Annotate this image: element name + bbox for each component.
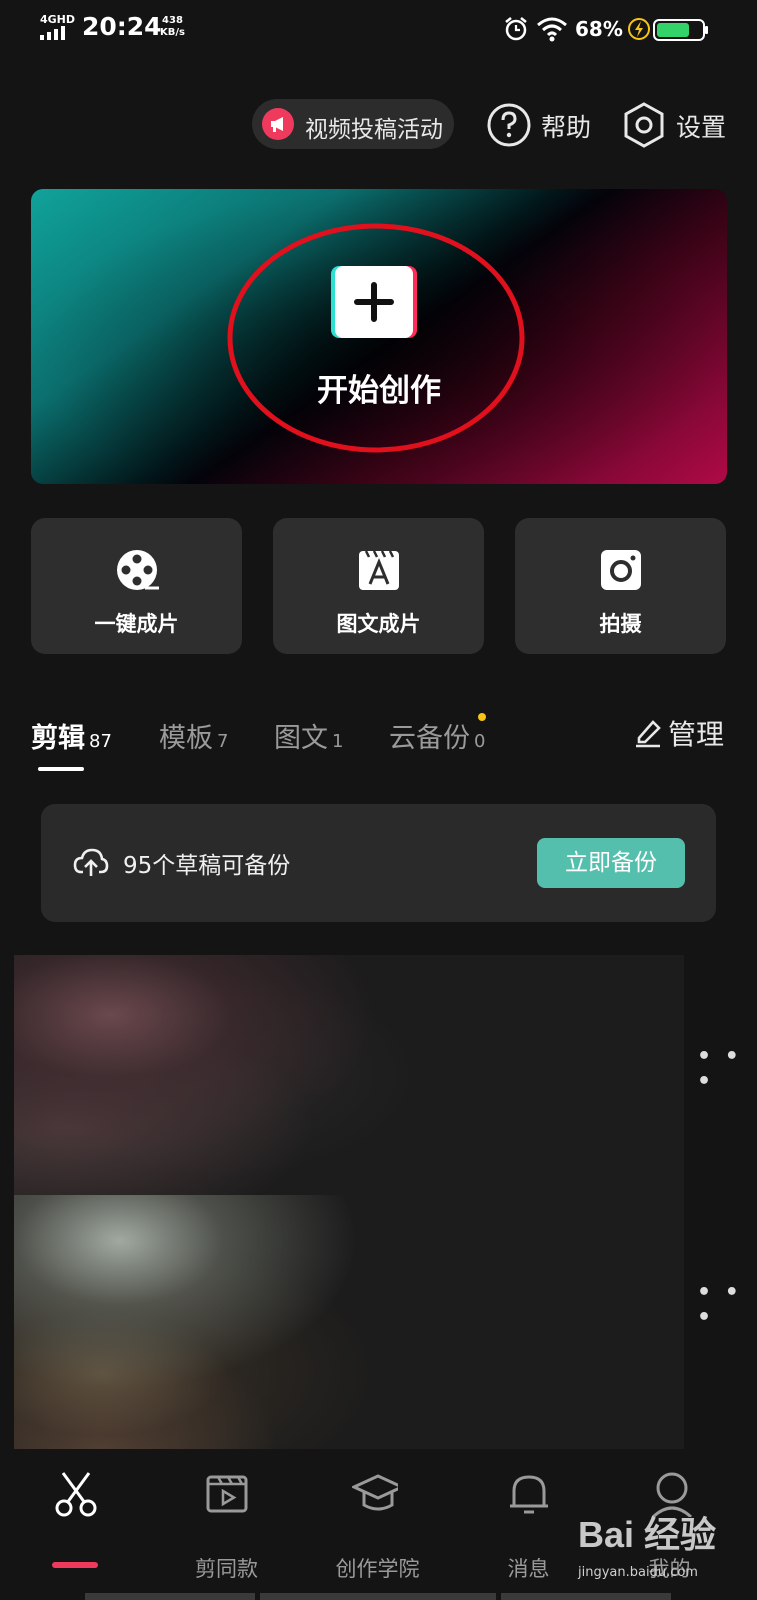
watermark-url: jingyan.baidu.com [578,1565,698,1580]
tab-templates[interactable]: 模板 7 [159,716,228,755]
signal-icon [40,26,65,40]
battery-percent: 68% [575,17,623,41]
tab-image-text[interactable]: 图文 1 [274,716,343,755]
notification-dot [478,713,486,721]
campaign-label: 视频投稿活动 [305,117,443,143]
battery-icon [628,18,708,41]
status-bar: 4GHD 20:24 438 KB/s 68% [0,0,757,58]
megaphone-icon [262,108,294,140]
more-options-icon[interactable]: • • • [697,1280,757,1330]
draft-item[interactable] [14,955,684,1195]
bell-icon [510,1475,548,1514]
nav-edit[interactable] [0,1449,151,1600]
camera-icon [601,550,641,590]
help-icon[interactable] [486,102,532,148]
tab-edit[interactable]: 剪辑 87 [31,716,112,755]
start-creation-banner[interactable]: 开始创作 [31,189,727,484]
more-options-icon[interactable]: • • • [697,1044,757,1094]
active-nav-indicator [52,1562,98,1568]
backup-banner: 95个草稿可备份 立即备份 [41,804,716,922]
text-to-video-tile[interactable]: 图文成片 [273,518,484,654]
home-indicator [85,1593,255,1600]
active-tab-indicator [38,767,84,771]
manage-button[interactable]: 管理 [668,713,724,753]
one-click-video-tile[interactable]: 一键成片 [31,518,242,654]
pencil-icon[interactable] [633,716,663,748]
wifi-icon [537,17,567,42]
backup-now-button[interactable]: 立即备份 [537,838,685,888]
backup-message: 95个草稿可备份 [123,853,291,879]
shoot-tile[interactable]: 拍摄 [515,518,726,654]
nav-academy[interactable]: 创作学院 [302,1449,453,1600]
tab-cloud-backup[interactable]: 云备份 0 [389,716,485,755]
alarm-icon [505,17,527,41]
text-card-icon [359,550,399,590]
network-speed: 438 KB/s [160,15,185,38]
svg-text:Bai 经验: Bai 经验 [578,1514,716,1555]
nav-same-style[interactable]: 剪同款 [151,1449,302,1600]
settings-button[interactable]: 设置 [676,108,726,144]
graduation-cap-icon [352,1474,398,1511]
cloud-upload-icon [73,848,109,876]
gear-icon[interactable] [622,101,666,149]
network-type: 4GHD [40,13,76,26]
clock: 20:24 [82,12,162,41]
draft-thumbnail [14,1195,454,1449]
clapper-icon [206,1475,248,1513]
highlight-circle [227,223,525,453]
help-button[interactable]: 帮助 [541,108,591,144]
draft-thumbnail [14,955,454,1195]
draft-item[interactable] [14,1195,684,1449]
film-reel-icon [117,550,159,590]
scissors-icon [55,1472,97,1517]
